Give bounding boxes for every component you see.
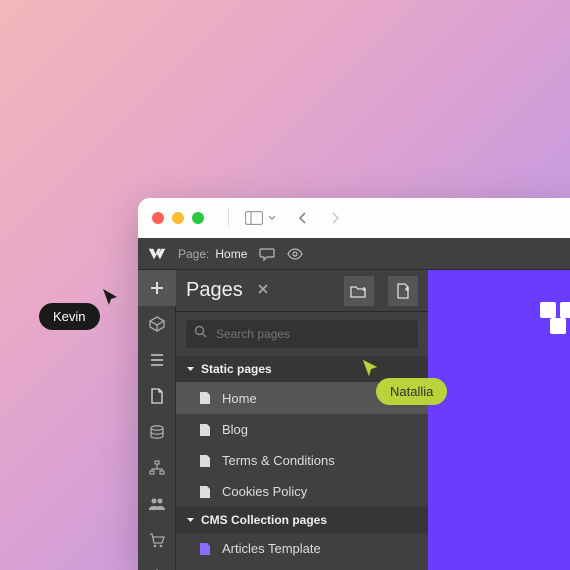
cursor-icon — [101, 287, 121, 307]
app-topbar: Page: Home — [138, 238, 570, 270]
sitemap-icon — [149, 460, 165, 476]
close-icon — [257, 283, 269, 295]
rail-add-element[interactable] — [138, 270, 176, 306]
collaborator-badge: Kevin — [39, 303, 100, 330]
new-folder-button[interactable] — [344, 276, 374, 306]
rail-settings[interactable] — [138, 558, 176, 570]
rail-ecommerce[interactable] — [138, 450, 176, 486]
panel-header: Pages — [176, 270, 428, 312]
maximize-window-button[interactable] — [192, 212, 204, 224]
comments-button[interactable] — [259, 246, 275, 262]
nav-forward-button[interactable] — [323, 209, 347, 227]
page-plus-icon — [395, 283, 411, 299]
titlebar — [138, 198, 570, 238]
chevron-right-icon — [329, 211, 341, 225]
page-icon — [198, 485, 212, 499]
close-window-button[interactable] — [152, 212, 164, 224]
cart-icon — [149, 532, 165, 548]
pages-panel: Pages — [176, 270, 428, 570]
new-page-button[interactable] — [388, 276, 418, 306]
rail-symbols[interactable] — [138, 306, 176, 342]
page-icon — [198, 423, 212, 437]
caret-down-icon — [186, 365, 195, 374]
minimize-window-button[interactable] — [172, 212, 184, 224]
cursor-icon — [360, 358, 380, 378]
sidebar-toggle-button[interactable] — [239, 209, 283, 227]
database-icon — [149, 424, 165, 440]
preview-button[interactable] — [287, 246, 303, 262]
caret-down-icon — [186, 516, 195, 525]
section-label: CMS Collection pages — [201, 513, 327, 527]
canvas-decoration — [540, 302, 570, 342]
search-input[interactable] — [186, 320, 418, 348]
section-label: Static pages — [201, 362, 272, 376]
users-icon — [148, 496, 166, 512]
page-item-categories-template[interactable]: Categories Template — [176, 564, 428, 570]
main-content: Pages — [138, 270, 570, 570]
rail-pages[interactable] — [138, 378, 176, 414]
traffic-lights — [152, 212, 204, 224]
nav-back-button[interactable] — [291, 209, 315, 227]
panel-close-button[interactable] — [253, 280, 273, 302]
page-item-blog[interactable]: Blog — [176, 414, 428, 445]
page-icon — [150, 388, 164, 404]
page-label: Home — [222, 391, 257, 406]
rail-cms[interactable] — [138, 414, 176, 450]
search-row — [176, 312, 428, 356]
page-icon — [198, 542, 212, 556]
app-content: Page: Home — [138, 238, 570, 570]
current-page-name[interactable]: Home — [215, 247, 247, 261]
panel-title: Pages — [186, 279, 243, 302]
chevron-left-icon — [297, 211, 309, 225]
folder-plus-icon — [350, 283, 368, 299]
rail-users[interactable] — [138, 486, 176, 522]
app-window: Page: Home — [138, 198, 570, 570]
page-item-articles-template[interactable]: Articles Template — [176, 533, 428, 564]
tool-rail — [138, 270, 176, 570]
rail-assets[interactable] — [138, 522, 176, 558]
design-canvas[interactable] — [428, 270, 570, 570]
section-cms[interactable]: CMS Collection pages — [176, 507, 428, 533]
page-label-prefix: Page: — [178, 247, 209, 261]
page-label: Terms & Conditions — [222, 453, 335, 468]
page-icon — [198, 454, 212, 468]
page-item-terms[interactable]: Terms & Conditions — [176, 445, 428, 476]
cube-icon — [148, 315, 166, 333]
page-label: Cookies Policy — [222, 484, 307, 499]
chevron-down-icon — [267, 213, 277, 223]
collaborator-kevin: Kevin — [39, 303, 100, 330]
webflow-logo[interactable] — [148, 245, 166, 263]
navigator-icon — [149, 352, 165, 368]
page-label: Blog — [222, 422, 248, 437]
collaborator-natallia: Natallia — [376, 378, 447, 405]
page-item-cookies[interactable]: Cookies Policy — [176, 476, 428, 507]
search-icon — [194, 325, 207, 343]
page-icon — [198, 391, 212, 405]
cms-page-list: Articles Template Categories Template — [176, 533, 428, 570]
rail-navigator[interactable] — [138, 342, 176, 378]
page-label: Articles Template — [222, 541, 321, 556]
collaborator-badge: Natallia — [376, 378, 447, 405]
plus-icon — [149, 280, 165, 296]
